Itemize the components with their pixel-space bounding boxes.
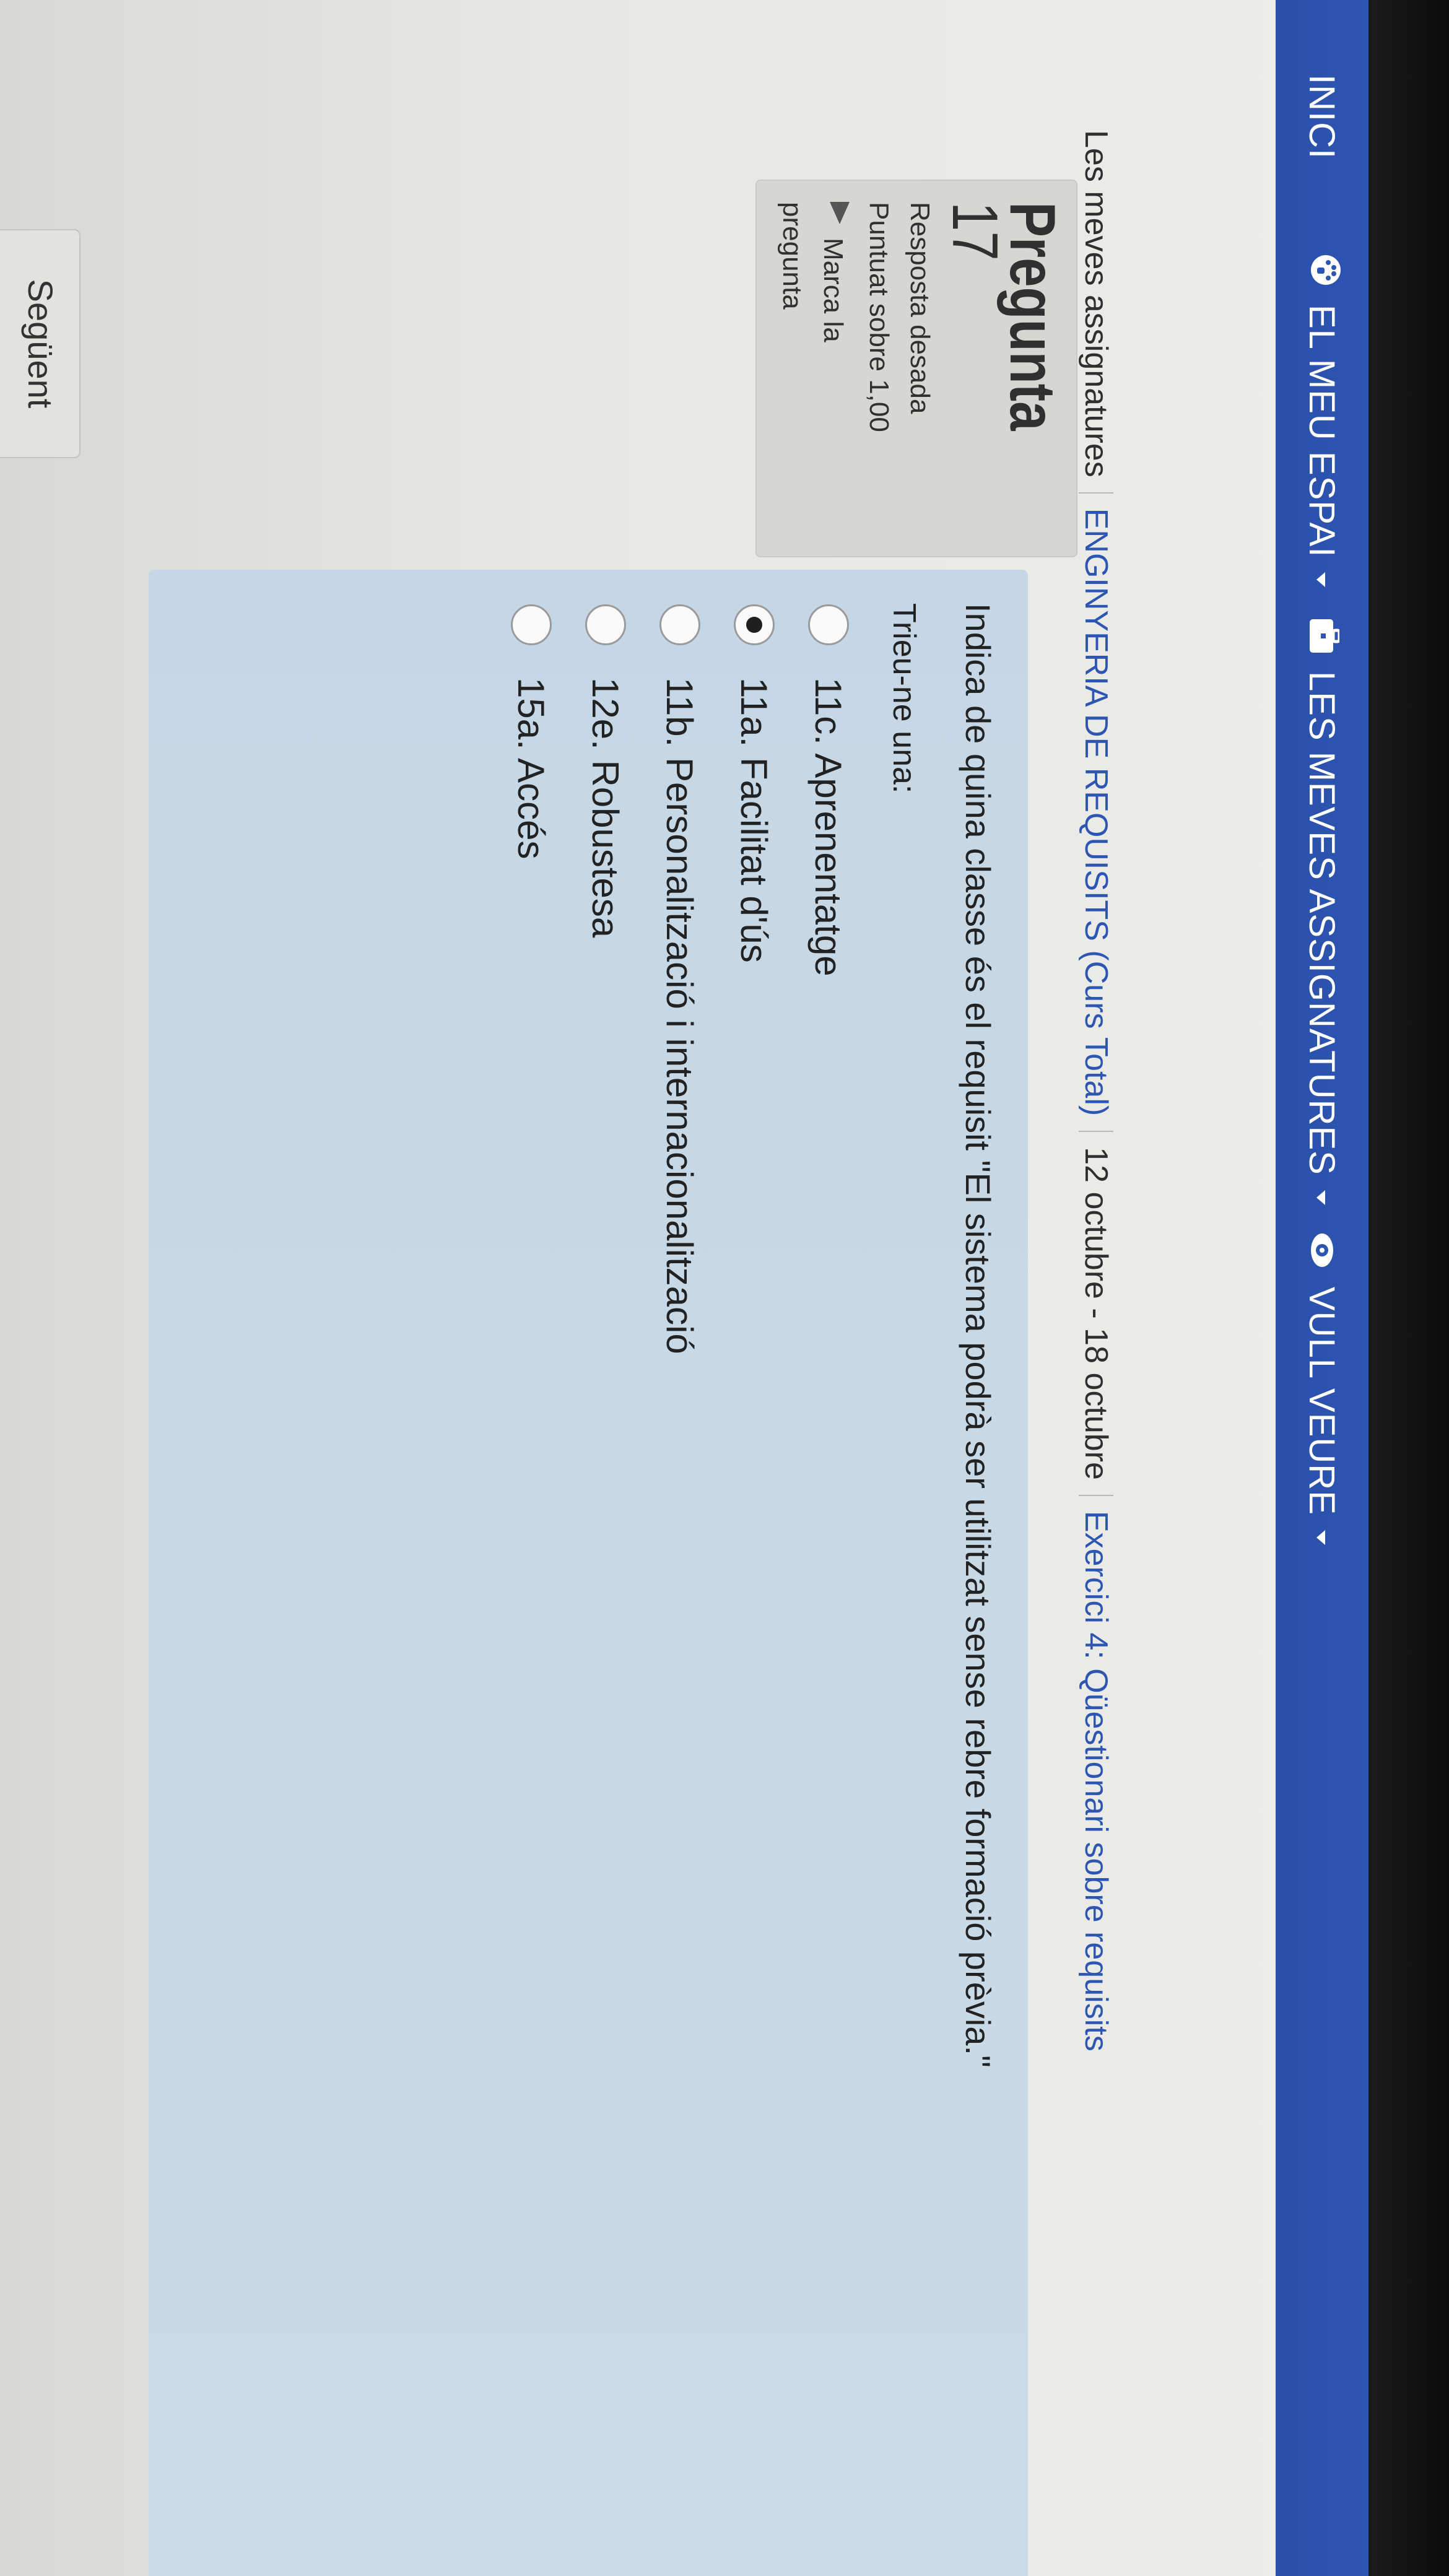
question-info-panel: Pregunta 17 Resposta desada Puntuat sobr… <box>755 180 1077 557</box>
question-prompt: Trieu-ne una: <box>886 603 922 794</box>
radio-button[interactable] <box>511 604 552 645</box>
radio-button[interactable] <box>808 604 849 645</box>
chevron-down-icon <box>1316 1530 1325 1545</box>
breadcrumb-course[interactable]: ENGINYERIA DE REQUISITS (Curs Total) <box>1077 508 1115 1116</box>
breadcrumb-separator <box>1079 492 1113 494</box>
breadcrumb-separator <box>1079 1494 1113 1496</box>
answer-option[interactable]: 11a. Facilitat d'ús <box>717 604 791 1354</box>
nav-my-courses[interactable]: LES MEVES ASSIGNATURES <box>1276 619 1368 1205</box>
answer-option-label: 11c. Aprenentatge <box>807 677 850 977</box>
nav-want-to-see[interactable]: VULL VEURE <box>1276 1232 1368 1545</box>
answer-option-label: 11b. Personalització i internacionalitza… <box>659 677 701 1354</box>
briefcase-icon <box>1302 619 1343 653</box>
radio-button[interactable] <box>585 604 626 645</box>
radio-button-selected[interactable] <box>734 604 775 645</box>
nav-home[interactable]: INICI <box>1276 74 1368 159</box>
question-score: Puntuat sobre 1,00 <box>864 202 894 432</box>
nav-my-courses-label: LES MEVES ASSIGNATURES <box>1302 671 1342 1175</box>
radio-button[interactable] <box>659 604 700 645</box>
top-navbar: INICI EL MEU ESPAI LES MEVES ASSIGNATURE… <box>1276 0 1368 2576</box>
answer-status: Resposta desada <box>905 202 935 414</box>
eye-icon <box>1302 1232 1343 1268</box>
nav-want-to-see-label: VULL VEURE <box>1302 1287 1342 1515</box>
chevron-down-icon <box>1316 572 1325 588</box>
flag-question-toggle[interactable]: Marca la pregunta <box>772 202 853 535</box>
breadcrumb-quiz[interactable]: Exercici 4: Qüestionari sobre requisits <box>1077 1511 1115 2052</box>
answer-options: 11c. Aprenentatge 11a. Facilitat d'ús 11… <box>494 604 866 1354</box>
answer-option[interactable]: 12e. Robustesa <box>568 604 643 1354</box>
screen-bezel <box>1368 0 1449 2576</box>
question-number: 17 <box>939 202 1011 261</box>
answer-option[interactable]: 11c. Aprenentatge <box>791 604 866 1354</box>
answer-option-label: 11a. Facilitat d'ús <box>733 677 775 963</box>
screen: INICI EL MEU ESPAI LES MEVES ASSIGNATURE… <box>0 0 1368 2576</box>
question-label: Pregunta <box>996 202 1068 431</box>
answer-option[interactable]: 11b. Personalització i internacionalitza… <box>643 604 717 1354</box>
nav-home-label: INICI <box>1302 74 1342 160</box>
flag-icon <box>830 202 850 224</box>
nav-my-space-label: EL MEU ESPAI <box>1302 305 1342 558</box>
breadcrumb-separator <box>1079 1131 1113 1133</box>
flag-label-line1: Marca la <box>818 238 848 342</box>
flag-label-line2: pregunta <box>777 202 807 310</box>
quiz-page: INICI EL MEU ESPAI LES MEVES ASSIGNATURE… <box>0 0 1368 2576</box>
next-button[interactable]: Següent <box>0 229 80 458</box>
dashboard-icon <box>1302 254 1343 286</box>
question-content: Indica de quina classe és el requisit "E… <box>149 570 1028 2576</box>
answer-option-label: 12e. Robustesa <box>585 677 627 938</box>
question-text: Indica de quina classe és el requisit "E… <box>959 603 998 2068</box>
answer-option[interactable]: 15a. Accés <box>494 604 568 1354</box>
breadcrumb: Les meves assignatures ENGINYERIA DE REQ… <box>1071 130 1121 2052</box>
chevron-down-icon <box>1316 1190 1325 1205</box>
breadcrumb-week[interactable]: 12 octubre - 18 octubre <box>1077 1147 1115 1480</box>
answer-option-label: 15a. Accés <box>510 677 552 859</box>
nav-my-space[interactable]: EL MEU ESPAI <box>1276 254 1368 588</box>
breadcrumb-my-courses[interactable]: Les meves assignatures <box>1077 130 1115 477</box>
